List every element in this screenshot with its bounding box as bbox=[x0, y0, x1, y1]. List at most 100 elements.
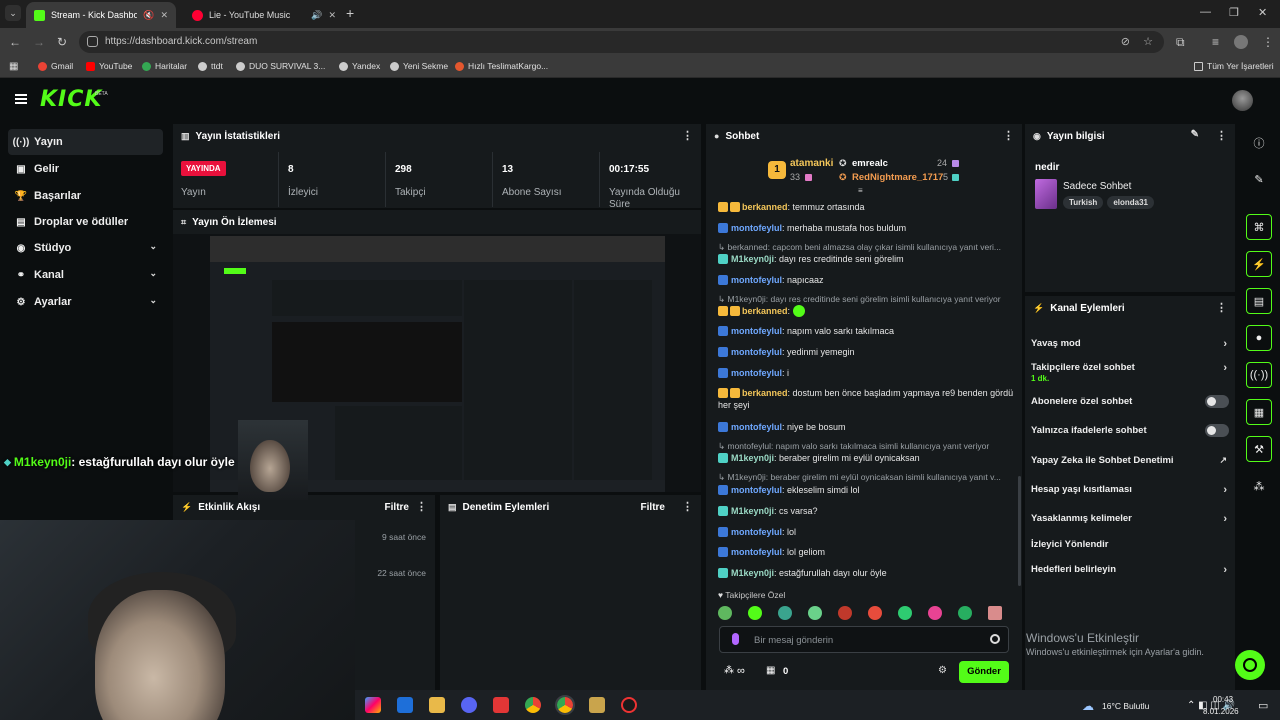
action-ai-moderation[interactable]: Yapay Zeka ile Sohbet Denetimi ↗ bbox=[1031, 455, 1229, 466]
chrome-active-icon[interactable] bbox=[555, 695, 575, 715]
more-options-icon[interactable]: ⋮ bbox=[1003, 129, 1014, 142]
chat-settings-icon[interactable]: ⚙ bbox=[938, 665, 947, 676]
chat-scrollbar[interactable] bbox=[1018, 476, 1021, 586]
chat-message[interactable]: montofeylul: napıcaaz bbox=[718, 274, 1014, 286]
more-options-icon[interactable]: ⋮ bbox=[682, 500, 693, 513]
chat-message[interactable]: berkanned: dostum ben önce başladım yapm… bbox=[718, 387, 1014, 411]
menu-icon[interactable]: ⋮ bbox=[1262, 35, 1274, 49]
category-name[interactable]: Sadece Sohbet bbox=[1063, 181, 1131, 192]
chat-username[interactable]: montofeylul bbox=[731, 422, 782, 432]
sidebar-item-basarilar[interactable]: 🏆 Başarılar bbox=[8, 183, 163, 209]
send-button[interactable]: Gönder bbox=[959, 661, 1009, 683]
chat-message[interactable]: M1keyn0ji: beraber girelim mi eylül oyni… bbox=[718, 452, 1014, 464]
toggle-switch[interactable] bbox=[1205, 424, 1229, 437]
chat-message[interactable]: M1keyn0ji: estağfurullah dayı olur öyle bbox=[718, 567, 1014, 579]
chat-message-input[interactable]: Bir mesaj gönderin bbox=[719, 626, 1009, 653]
bookmark-duo-survival[interactable]: DUO SURVIVAL 3... bbox=[236, 61, 325, 71]
info-icon[interactable]: ⓘ bbox=[1246, 130, 1272, 156]
category-thumbnail[interactable] bbox=[1035, 179, 1057, 209]
clock-date[interactable]: 8.01.2026 bbox=[1203, 707, 1239, 716]
action-followers-only-chat[interactable]: Takipçilere özel sohbet › 1 dk. bbox=[1031, 362, 1229, 383]
close-tab-icon[interactable]: ✕ bbox=[160, 10, 168, 21]
chat-username[interactable]: berkanned bbox=[742, 306, 788, 316]
emote-icon[interactable] bbox=[958, 606, 972, 620]
obs-icon[interactable] bbox=[621, 697, 637, 713]
reload-icon[interactable]: ↻ bbox=[57, 35, 67, 49]
chat-username[interactable]: M1keyn0ji bbox=[731, 568, 774, 578]
tag[interactable]: Turkish bbox=[1063, 196, 1104, 209]
chat-message[interactable]: montofeylul: lol geliom bbox=[718, 546, 1014, 558]
muted-icon[interactable]: 🔇 bbox=[143, 10, 154, 21]
edit-pencil-icon[interactable]: ✎ bbox=[1191, 129, 1199, 140]
weather-text[interactable]: 16°C Bulutlu bbox=[1102, 701, 1149, 711]
chat-message[interactable]: montofeylul: lol bbox=[718, 526, 1014, 538]
minimize-icon[interactable]: — bbox=[1200, 6, 1211, 18]
sidebar-item-ayarlar[interactable]: ⚙ Ayarlar ⌄ bbox=[8, 289, 163, 315]
audio-playing-icon[interactable]: 🔊 bbox=[311, 10, 322, 21]
action-banned-words[interactable]: Yasaklanmış kelimeler › bbox=[1031, 513, 1229, 525]
more-options-icon[interactable]: ⋮ bbox=[1216, 129, 1227, 142]
sidebar-item-yayin[interactable]: ((·)) Yayın bbox=[8, 129, 163, 155]
chat-username[interactable]: berkanned bbox=[742, 388, 788, 398]
chat-username[interactable]: montofeylul bbox=[731, 547, 782, 557]
kick-points-icon[interactable]: ⁂ bbox=[724, 665, 734, 676]
toggle-switch[interactable] bbox=[1205, 395, 1229, 408]
chat-message[interactable]: montofeylul: ekleselim simdi lol bbox=[718, 484, 1014, 496]
chat-username[interactable]: M1keyn0ji bbox=[731, 254, 774, 264]
extensions-icon[interactable]: ⧉ bbox=[1176, 35, 1185, 49]
chat-message[interactable]: montofeylul: napım valo sarkı takılmaca bbox=[718, 325, 1014, 337]
chat-username[interactable]: M1keyn0ji bbox=[731, 453, 774, 463]
chat-message[interactable]: M1keyn0ji: cs varsa? bbox=[718, 505, 1014, 517]
chat-message[interactable]: M1keyn0ji: dayı res creditinde seni göre… bbox=[718, 253, 1014, 265]
site-info-icon[interactable] bbox=[87, 36, 98, 47]
tab-kick-dashboard[interactable]: Stream - Kick Dashboard 🔇 ✕ bbox=[26, 2, 176, 28]
file-explorer-icon[interactable] bbox=[429, 697, 445, 713]
bookmark-new-tab[interactable]: Yeni Sekme bbox=[390, 61, 448, 71]
bookmark-maps[interactable]: Haritalar bbox=[142, 61, 187, 71]
emote-icon[interactable] bbox=[868, 606, 882, 620]
support-chat-button[interactable] bbox=[1235, 650, 1265, 680]
emote-icon[interactable] bbox=[778, 606, 792, 620]
emoji-picker-icon[interactable] bbox=[990, 634, 1000, 644]
profile-avatar[interactable] bbox=[1234, 35, 1248, 49]
emote-icon[interactable] bbox=[898, 606, 912, 620]
chat-username[interactable]: montofeylul bbox=[731, 223, 782, 233]
edit-icon[interactable]: ✎ bbox=[1246, 166, 1272, 192]
microphone-icon[interactable] bbox=[732, 633, 739, 645]
chat-message[interactable]: montofeylul: i bbox=[718, 367, 1014, 379]
notification-icon[interactable]: ▭ bbox=[1258, 699, 1268, 712]
sidebar-item-droplar[interactable]: ▤ Droplar ve ödüller bbox=[8, 209, 163, 235]
action-set-goals[interactable]: Hedefleri belirleyin › bbox=[1031, 564, 1229, 576]
action-account-age[interactable]: Hesap yaşı kısıtlaması › bbox=[1031, 484, 1229, 496]
bookmark-gmail[interactable]: Gmail bbox=[38, 61, 73, 71]
action-emote-only-chat[interactable]: Yalnızca ifadelerle sohbet bbox=[1031, 424, 1229, 437]
kick-points-icon[interactable]: ⁂ bbox=[1246, 473, 1272, 499]
tab-search-button[interactable]: ⌄ bbox=[5, 5, 21, 21]
eye-off-icon[interactable]: ⊘ bbox=[1121, 35, 1130, 48]
action-subscribers-only-chat[interactable]: Abonelere özel sohbet bbox=[1031, 395, 1229, 408]
close-tab-icon[interactable]: ✕ bbox=[328, 10, 336, 21]
notes-icon[interactable]: ▤ bbox=[1246, 288, 1272, 314]
apps-icon[interactable]: ▦ bbox=[9, 61, 18, 72]
sidebar-item-studyo[interactable]: ◉ Stüdyo ⌄ bbox=[8, 235, 163, 261]
more-options-icon[interactable]: ⋮ bbox=[682, 129, 693, 142]
chat-username[interactable]: M1keyn0ji bbox=[731, 506, 774, 516]
wrench-icon[interactable]: ⚒ bbox=[1246, 436, 1272, 462]
filter-button[interactable]: Filtre bbox=[385, 502, 409, 513]
back-icon[interactable]: ← bbox=[9, 35, 21, 49]
chat-message[interactable]: berkanned: temmuz ortasında bbox=[718, 201, 1014, 213]
bookmark-youtube[interactable]: YouTube bbox=[86, 61, 132, 71]
forward-icon[interactable]: → bbox=[33, 35, 45, 49]
new-tab-button[interactable]: + bbox=[346, 5, 354, 21]
kick-logo[interactable]: KICK bbox=[40, 87, 102, 112]
address-bar[interactable]: https://dashboard.kick.com/stream ⊘ ☆ bbox=[79, 31, 1164, 53]
clip-icon[interactable]: ⌘ bbox=[1246, 214, 1272, 240]
gift-box-icon[interactable]: ▦ bbox=[766, 665, 775, 676]
chat-username[interactable]: montofeylul bbox=[731, 485, 782, 495]
all-bookmarks[interactable]: Tüm Yer İşaretleri bbox=[1194, 61, 1274, 71]
bookmark-star-icon[interactable]: ☆ bbox=[1143, 35, 1153, 48]
discord-icon[interactable] bbox=[461, 697, 477, 713]
chat-message[interactable]: berkanned: bbox=[718, 305, 1014, 317]
chat-username[interactable]: montofeylul bbox=[731, 347, 782, 357]
tag[interactable]: elonda31 bbox=[1107, 196, 1154, 209]
